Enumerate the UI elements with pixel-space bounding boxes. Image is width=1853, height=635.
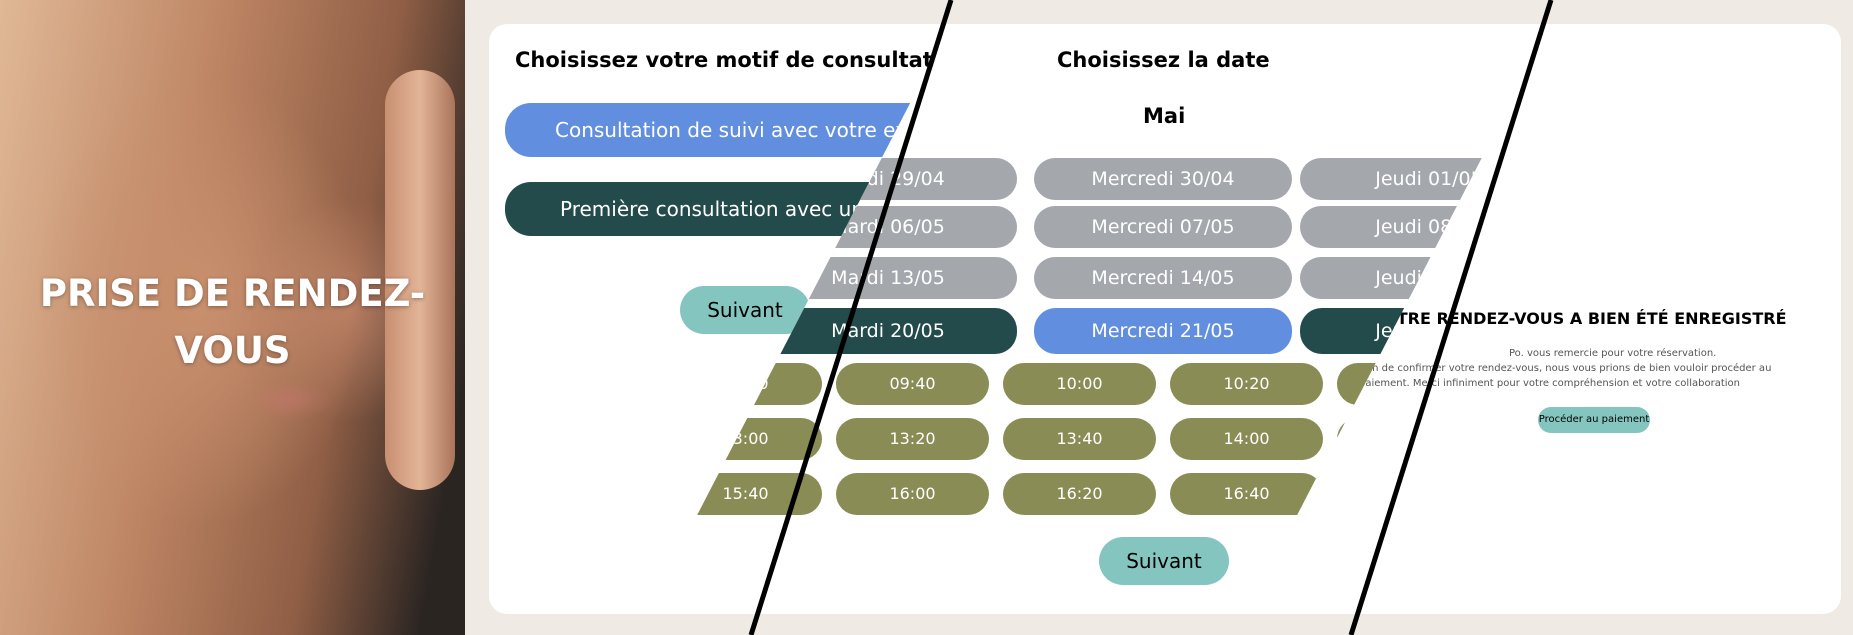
- booking-card: Choisissez votre motif de consultation C…: [489, 24, 1841, 614]
- date-button[interactable]: Mercredi 14/05: [1034, 257, 1292, 299]
- confirmation-title: VOTRE RENDEZ-VOUS A BIEN ÉTÉ ENREGISTRÉ: [1371, 309, 1787, 328]
- month-label: Mai: [1143, 104, 1186, 128]
- time-slot[interactable]: 10:20: [1170, 363, 1323, 405]
- date-button[interactable]: Mercredi 07/05: [1034, 206, 1292, 248]
- time-slot[interactable]: 14:00: [1170, 418, 1323, 460]
- pay-button[interactable]: Procéder au paiement: [1538, 407, 1650, 433]
- hero-image: PRISE DE RENDEZ-VOUS: [0, 0, 465, 635]
- time-slot[interactable]: 13:40: [1003, 418, 1156, 460]
- time-slot[interactable]: 16:20: [1003, 473, 1156, 515]
- date-button[interactable]: Mercredi 30/04: [1034, 158, 1292, 200]
- confirmation-line-1: Po. vous remercie pour votre réservation…: [1509, 348, 1717, 359]
- hero-title: PRISE DE RENDEZ-VOUS: [39, 272, 426, 372]
- motif-title: Choisissez votre motif de consultation: [515, 48, 970, 72]
- date-title: Choisissez la date: [1057, 48, 1270, 72]
- confirmation-line-2: Afin de confirmer votre rendez-vous, nou…: [1359, 363, 1772, 374]
- time-slot[interactable]: 09:40: [836, 363, 989, 405]
- date-button-selected[interactable]: Mercredi 21/05: [1034, 308, 1292, 354]
- time-slot[interactable]: 13:20: [836, 418, 989, 460]
- next-button-step1[interactable]: Suivant: [680, 286, 810, 334]
- time-slot[interactable]: 10:00: [1003, 363, 1156, 405]
- next-button-step2[interactable]: Suivant: [1099, 537, 1229, 585]
- confirmation-line-3: paiement. Merci infiniment pour votre co…: [1359, 378, 1740, 389]
- time-slot[interactable]: 16:40: [1170, 473, 1323, 515]
- time-slot[interactable]: 16:00: [836, 473, 989, 515]
